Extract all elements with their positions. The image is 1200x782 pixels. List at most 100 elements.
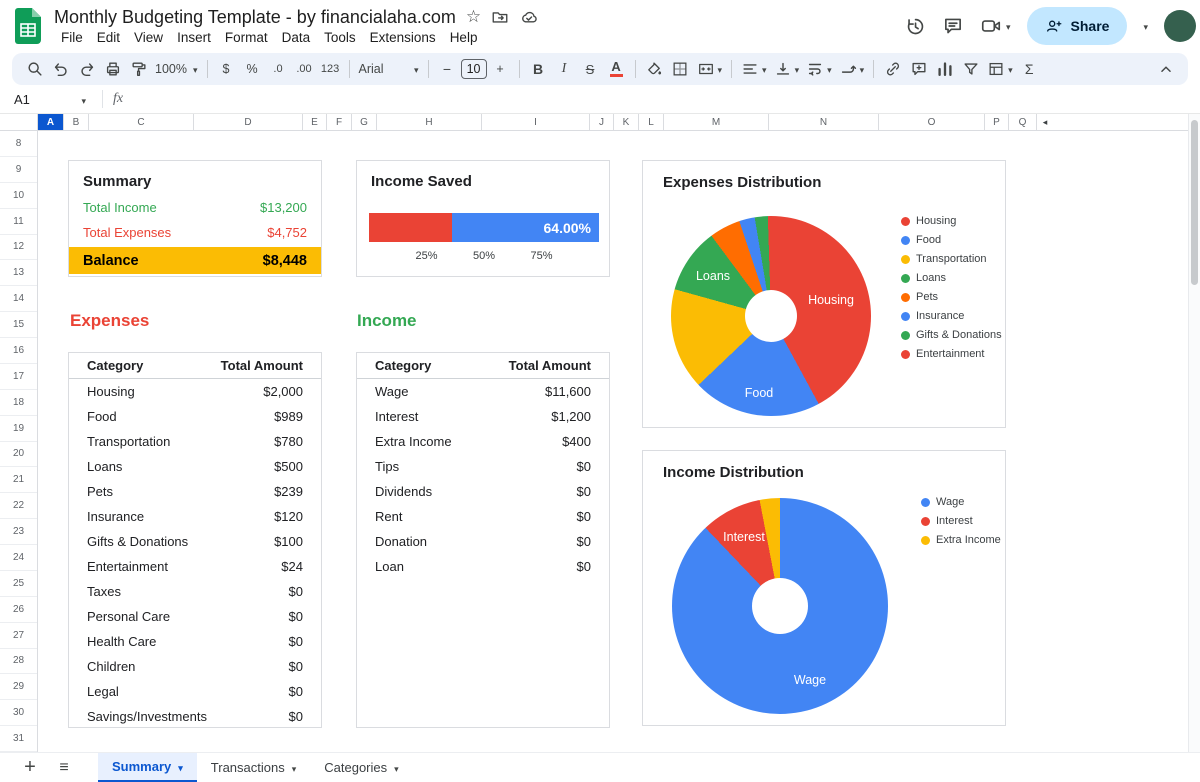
create-filter-button[interactable] — [958, 56, 983, 82]
format-currency-button[interactable]: $ — [214, 56, 239, 82]
row-header[interactable]: 17 — [0, 364, 37, 390]
merge-cells-button[interactable] — [694, 56, 726, 82]
expenses-table-row[interactable]: Personal Care $0 — [69, 604, 321, 629]
borders-button[interactable] — [668, 56, 693, 82]
star-icon[interactable] — [466, 7, 481, 27]
tab-menu-icon[interactable] — [178, 759, 183, 774]
vertical-align-button[interactable] — [771, 56, 803, 82]
scrollbar-thumb[interactable] — [1191, 120, 1198, 285]
expenses-pie-chart[interactable]: Housing Food Loans — [671, 216, 871, 416]
horizontal-align-button[interactable] — [738, 56, 770, 82]
italic-button[interactable]: I — [552, 56, 577, 82]
bold-button[interactable]: B — [526, 56, 551, 82]
sheet-grid[interactable]: Summary Total Income $13,200 Total Expen… — [0, 131, 1200, 752]
menu-item[interactable]: View — [127, 29, 170, 46]
summary-row[interactable]: Total Expenses $4,752 — [69, 220, 321, 245]
column-header[interactable]: D — [194, 114, 303, 131]
row-header[interactable]: 23 — [0, 519, 37, 545]
column-header[interactable]: F — [327, 114, 352, 131]
undo-button[interactable] — [48, 56, 73, 82]
column-header[interactable]: B — [64, 114, 89, 131]
income-table-row[interactable]: Extra Income $400 — [357, 429, 609, 454]
summary-row[interactable]: Total Income $13,200 — [69, 195, 321, 220]
tab-menu-icon[interactable] — [292, 760, 297, 775]
decrease-decimal-button[interactable]: .0 — [266, 56, 291, 82]
insert-comment-button[interactable] — [906, 56, 931, 82]
zoom-selector[interactable]: 100% — [152, 56, 201, 82]
redo-button[interactable] — [74, 56, 99, 82]
font-selector[interactable]: Arial — [356, 56, 422, 82]
menu-item[interactable]: Insert — [170, 29, 218, 46]
more-formats-button[interactable]: 123 — [318, 56, 343, 82]
row-header[interactable]: 25 — [0, 571, 37, 597]
tab-summary[interactable]: Summary — [98, 753, 197, 782]
column-header[interactable]: P — [985, 114, 1009, 131]
move-folder-icon[interactable] — [491, 8, 509, 26]
text-wrap-button[interactable] — [803, 56, 835, 82]
fill-color-button[interactable] — [642, 56, 667, 82]
expenses-table-row[interactable]: Food $989 — [69, 404, 321, 429]
document-title[interactable]: Monthly Budgeting Template - by financia… — [54, 7, 456, 28]
vertical-scrollbar[interactable] — [1188, 114, 1200, 752]
row-header[interactable]: 9 — [0, 157, 37, 183]
share-dropdown-icon[interactable] — [1143, 17, 1148, 35]
menu-item[interactable]: Extensions — [363, 29, 443, 46]
comment-history-icon[interactable] — [942, 15, 964, 37]
expenses-table-row[interactable]: Taxes $0 — [69, 579, 321, 604]
income-table-row[interactable]: Donation $0 — [357, 529, 609, 554]
menu-item[interactable]: Tools — [317, 29, 363, 46]
income-table-row[interactable]: Interest $1,200 — [357, 404, 609, 429]
menu-item[interactable]: Edit — [90, 29, 127, 46]
income-table-row[interactable]: Rent $0 — [357, 504, 609, 529]
expenses-table-row[interactable]: Insurance $120 — [69, 504, 321, 529]
share-button[interactable]: Share — [1027, 7, 1128, 45]
select-all-corner[interactable] — [0, 114, 38, 131]
expenses-table-row[interactable]: Children $0 — [69, 654, 321, 679]
expenses-table-row[interactable]: Savings/Investments $0 — [69, 704, 321, 729]
format-percent-button[interactable]: % — [240, 56, 265, 82]
search-icon[interactable] — [22, 56, 47, 82]
row-header[interactable]: 26 — [0, 597, 37, 623]
expenses-table-row[interactable]: Transportation $780 — [69, 429, 321, 454]
text-rotation-button[interactable] — [836, 56, 868, 82]
row-header[interactable]: 11 — [0, 209, 37, 235]
row-header[interactable]: 27 — [0, 623, 37, 649]
print-button[interactable] — [100, 56, 125, 82]
income-table-row[interactable]: Wage $11,600 — [357, 379, 609, 404]
column-header[interactable]: K — [614, 114, 639, 131]
expenses-table-row[interactable]: Entertainment $24 — [69, 554, 321, 579]
tab-categories[interactable]: Categories — [310, 753, 412, 782]
tab-menu-icon[interactable] — [394, 760, 399, 775]
row-header[interactable]: 29 — [0, 674, 37, 700]
column-header[interactable]: H — [377, 114, 482, 131]
decrease-font-size-button[interactable] — [435, 56, 460, 82]
expenses-table-row[interactable]: Health Care $0 — [69, 629, 321, 654]
insert-chart-button[interactable] — [932, 56, 957, 82]
column-header[interactable]: N — [769, 114, 879, 131]
expenses-table-row[interactable]: Housing $2,000 — [69, 379, 321, 404]
row-header[interactable]: 18 — [0, 390, 37, 416]
row-header[interactable]: 21 — [0, 467, 37, 493]
tab-transactions[interactable]: Transactions — [197, 753, 310, 782]
all-sheets-button[interactable] — [50, 759, 78, 777]
font-size-input[interactable]: 10 — [461, 59, 487, 79]
menu-item[interactable]: Format — [218, 29, 275, 46]
row-header[interactable]: 13 — [0, 260, 37, 286]
row-header[interactable]: 8 — [0, 131, 37, 157]
name-box[interactable]: A1 — [14, 92, 92, 107]
row-header[interactable]: 12 — [0, 235, 37, 261]
row-header[interactable]: 15 — [0, 312, 37, 338]
column-header[interactable]: A — [38, 114, 64, 131]
increase-font-size-button[interactable]: + — [488, 56, 513, 82]
expenses-table-row[interactable]: Gifts & Donations $100 — [69, 529, 321, 554]
column-header[interactable]: O — [879, 114, 985, 131]
column-header[interactable]: J — [590, 114, 614, 131]
functions-button[interactable] — [1017, 56, 1042, 82]
column-header[interactable]: I — [482, 114, 590, 131]
expenses-table-row[interactable]: Loans $500 — [69, 454, 321, 479]
column-header[interactable]: Q — [1009, 114, 1037, 131]
row-header[interactable]: 19 — [0, 416, 37, 442]
paint-format-button[interactable] — [126, 56, 151, 82]
balance-row[interactable]: Balance $8,448 — [69, 247, 321, 274]
scroll-left-icon[interactable] — [1037, 114, 1053, 131]
